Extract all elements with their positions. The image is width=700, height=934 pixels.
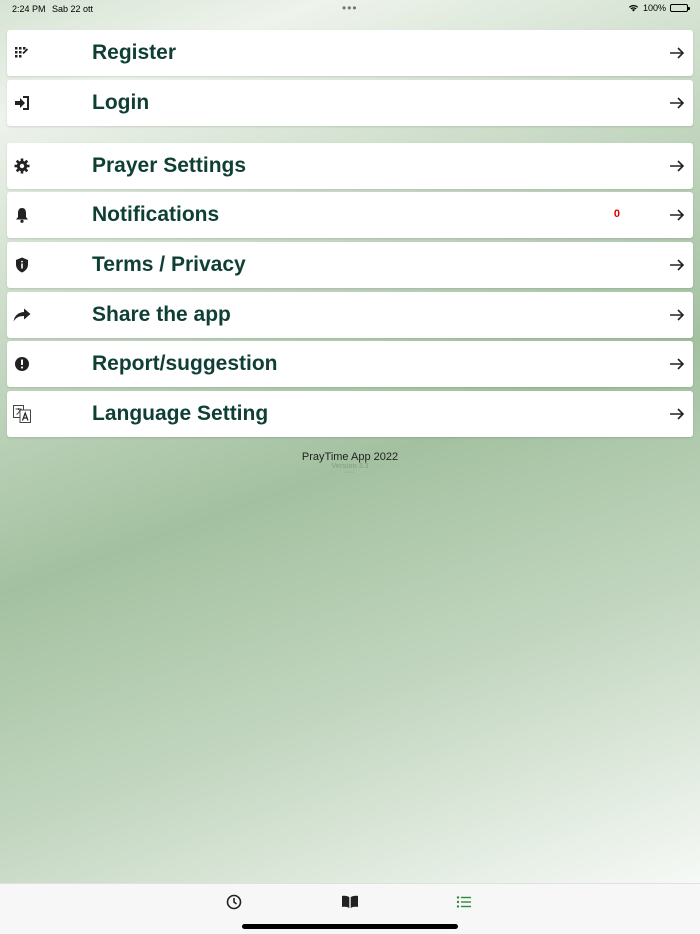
- arrow-right-icon: [670, 97, 685, 109]
- status-bar: 2:24 PM Sab 22 ott ••• 100%: [0, 0, 700, 18]
- menu-item-register[interactable]: Register: [7, 30, 693, 76]
- gear-icon: [12, 156, 32, 176]
- menu-item-label: Share the app: [92, 303, 231, 326]
- battery-percent: 100%: [642, 3, 666, 13]
- list-icon[interactable]: [454, 892, 474, 912]
- app-copyright: PrayTime App 2022: [301, 451, 399, 463]
- menu-item-label: Report/suggestion: [92, 352, 278, 375]
- menu-item-label: Notifications: [92, 203, 220, 226]
- menu-item-label: Language Setting: [92, 402, 269, 425]
- menu-item-language-setting[interactable]: Language Setting: [7, 391, 693, 437]
- menu-item-label: Prayer Settings: [92, 154, 247, 177]
- dialpad-icon: [12, 43, 32, 63]
- alert-icon: [12, 354, 32, 374]
- menu-item-share-app[interactable]: Share the app: [7, 292, 693, 338]
- clock-icon[interactable]: [224, 892, 244, 912]
- menu-item-notifications[interactable]: Notifications 0: [7, 192, 693, 238]
- footer-fine-print: •••••••••: [345, 470, 355, 474]
- arrow-right-icon: [670, 209, 685, 221]
- multitasking-dots-icon[interactable]: •••: [342, 1, 358, 15]
- translate-icon: [12, 404, 32, 424]
- menu-item-label: Login: [92, 91, 150, 114]
- notification-count-badge: 0: [613, 208, 620, 220]
- wifi-icon: [628, 4, 639, 12]
- battery-icon: [670, 4, 690, 12]
- arrow-right-icon: [670, 259, 685, 271]
- status-right: 100%: [628, 3, 690, 13]
- arrow-right-icon: [670, 358, 685, 370]
- arrow-right-icon: [670, 408, 685, 420]
- home-indicator[interactable]: [242, 924, 458, 929]
- status-date: Sab 22 ott: [52, 4, 94, 14]
- menu-item-report-suggestion[interactable]: Report/suggestion: [7, 341, 693, 387]
- arrow-right-icon: [670, 309, 685, 321]
- menu-item-prayer-settings[interactable]: Prayer Settings: [7, 143, 693, 189]
- menu-item-login[interactable]: Login: [7, 80, 693, 126]
- book-icon[interactable]: [340, 892, 360, 912]
- sign-in-icon: [12, 93, 32, 113]
- menu-item-label: Register: [92, 41, 177, 64]
- bell-icon: [12, 205, 32, 225]
- menu-item-label: Terms / Privacy: [92, 253, 246, 276]
- menu-item-terms-privacy[interactable]: Terms / Privacy: [7, 242, 693, 288]
- app-version: Version 3.3: [331, 463, 369, 470]
- share-icon: [12, 305, 32, 325]
- arrow-right-icon: [670, 47, 685, 59]
- status-time: 2:24 PM: [12, 4, 46, 14]
- shield-icon: [12, 255, 32, 275]
- arrow-right-icon: [670, 160, 685, 172]
